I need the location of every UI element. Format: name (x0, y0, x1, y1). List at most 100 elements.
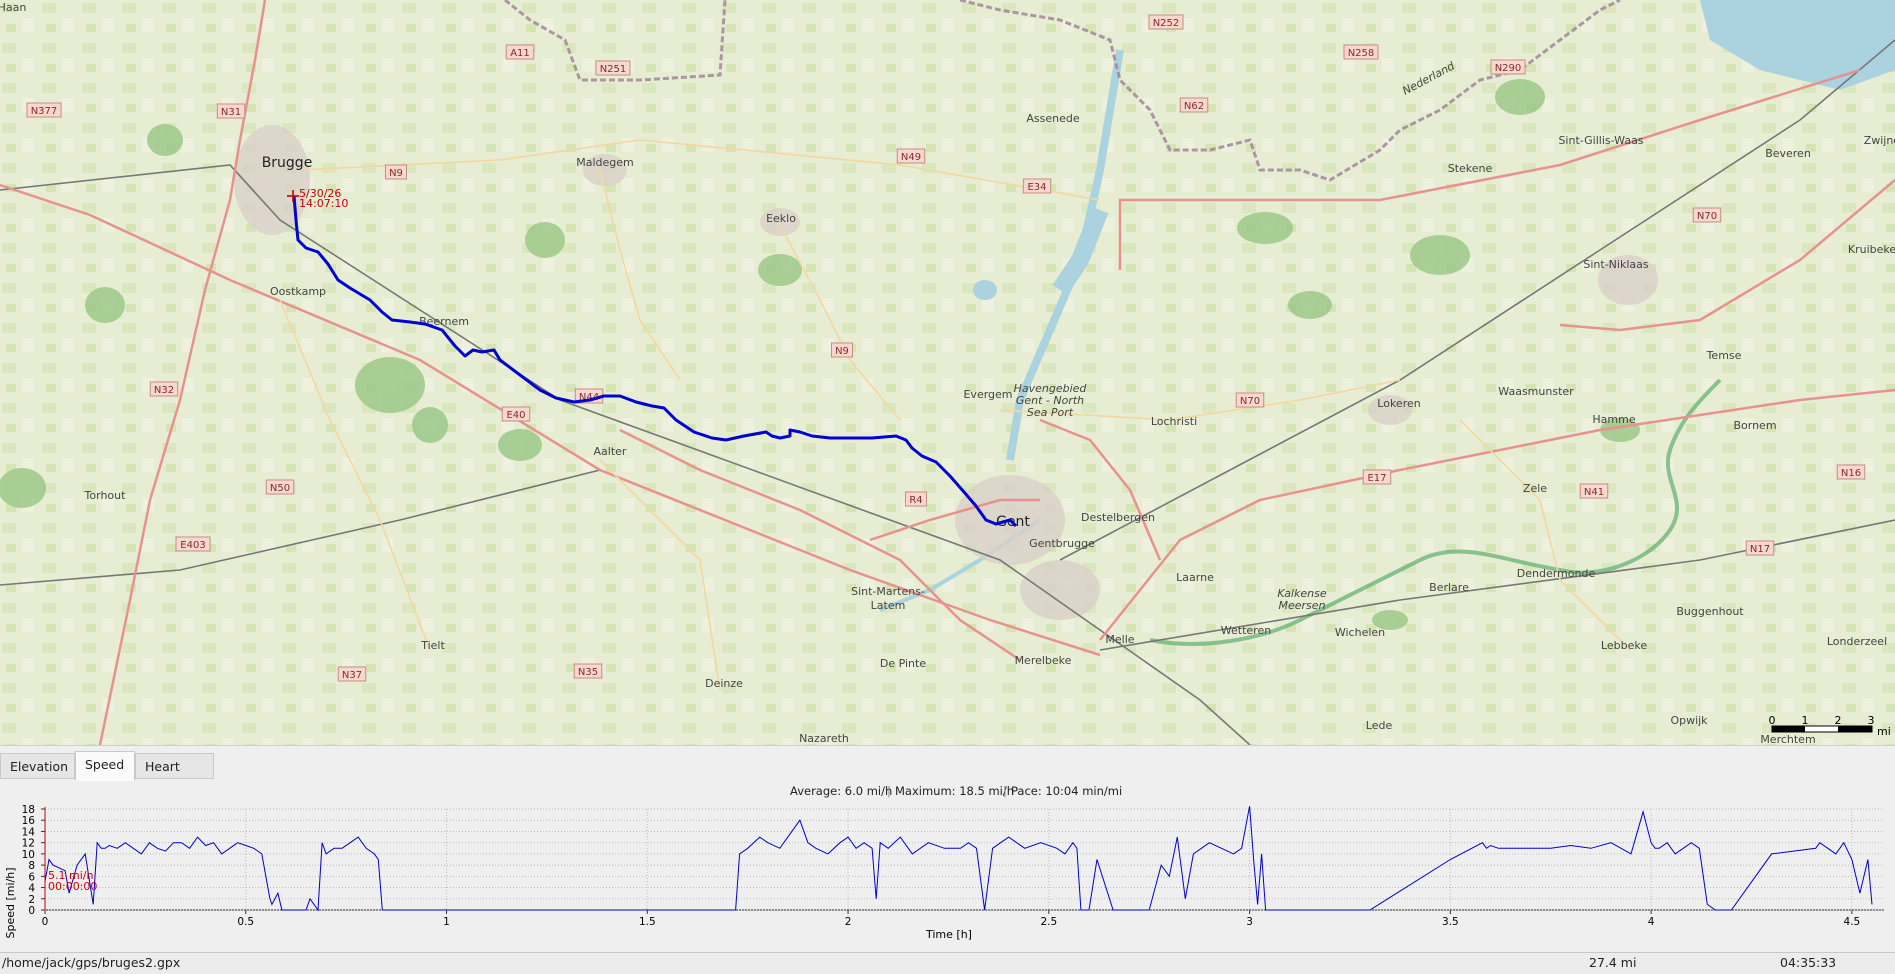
tab-elevation[interactable]: Elevation (0, 753, 75, 779)
place-label: Lokeren (1377, 397, 1420, 410)
place-label: Sint-Martens- (851, 585, 925, 598)
place-label: Opwijk (1670, 714, 1708, 727)
place-label: Hamme (1592, 413, 1635, 426)
place-label: Londerzeel (1827, 635, 1887, 648)
place-label: Berlare (1429, 581, 1469, 594)
place-label: Zele (1523, 482, 1547, 495)
road-shield: A11 (505, 44, 535, 60)
place-label: Waasmunster (1498, 385, 1574, 398)
place-label: Brugge (262, 155, 313, 171)
road-shield-label: N37 (342, 670, 362, 681)
place-label: Sint-Gillis-Waas (1558, 134, 1643, 147)
place-label: Melle (1105, 633, 1134, 646)
x-axis-label: Time [h] (925, 928, 972, 941)
x-tick-label: 2.5 (1040, 916, 1057, 928)
road-shield-label: N31 (221, 107, 241, 118)
place-label: Merelbeke (1015, 654, 1072, 667)
road-shield-label: N32 (154, 385, 174, 396)
road-shield: N17 (1745, 540, 1775, 556)
y-tick-label: 2 (28, 894, 35, 906)
tab-speed[interactable]: Speed (75, 751, 135, 781)
road-shield: N35 (573, 663, 603, 679)
road-shield: N252 (1148, 14, 1184, 30)
graph-pace: Pace: 10:04 min/mi (1011, 784, 1122, 798)
road-shield-label: N9 (835, 346, 849, 357)
road-shield: N9 (385, 164, 407, 180)
road-shield-label: N62 (1184, 101, 1204, 112)
place-label: Bornem (1733, 419, 1776, 432)
speed-graph[interactable]: Average: 6.0 mi/h | Maximum: 18.5 mi/h |… (0, 781, 1895, 952)
road-shield-label: N258 (1348, 48, 1375, 59)
port-label-3: Sea Port (1027, 406, 1074, 419)
y-tick-label: 8 (28, 860, 35, 872)
road-shield: N62 (1179, 97, 1209, 113)
map-view[interactable]: A11 N251 N252 N258 N290 N62 N377 N31 N9 N49 E34 N70… (0, 0, 1895, 745)
place-label: Nazareth (799, 732, 849, 745)
status-file-path: /home/jack/gps/bruges2.gpx (2, 955, 181, 970)
road-shield: E403 (175, 536, 211, 552)
place-label: Maldegem (576, 156, 634, 169)
place-label: Stekene (1448, 162, 1493, 175)
road-shield-label: N251 (600, 64, 627, 75)
road-shield: N37 (337, 666, 367, 682)
graph-maximum: Maximum: 18.5 mi/h (895, 784, 1014, 798)
place-label: Latem (871, 599, 906, 612)
y-tick-label: 16 (22, 815, 36, 827)
place-label: Wichelen (1335, 626, 1385, 639)
road-shield-label: N377 (31, 106, 58, 117)
place-label: Gentbrugge (1029, 537, 1095, 550)
x-tick-label: 3.5 (1442, 916, 1459, 928)
place-label: Assenede (1026, 112, 1079, 125)
road-shield-label: N35 (578, 667, 598, 678)
road-shield: N70 (1235, 392, 1265, 408)
place-label: Haan (0, 1, 26, 14)
x-tick-label: 1.5 (639, 916, 656, 928)
place-label: Wetteren (1221, 624, 1271, 637)
graph-average: Average: 6.0 mi/h (790, 784, 892, 798)
map-canvas[interactable]: A11 N251 N252 N258 N290 N62 N377 N31 N9 N49 E34 N70… (0, 0, 1895, 745)
place-label: Evergem (963, 388, 1012, 401)
road-shield-label: E403 (180, 540, 205, 551)
road-shield: N251 (595, 60, 631, 76)
road-shield-label: N16 (1841, 468, 1861, 479)
y-tick-label: 10 (22, 849, 35, 861)
road-shield: N49 (896, 148, 926, 164)
road-shield: N9 (831, 342, 853, 358)
road-shield: N32 (149, 381, 179, 397)
x-tick-label: 0.5 (237, 916, 254, 928)
place-label: Merchtem (1760, 733, 1815, 745)
speed-graph-panel[interactable]: Average: 6.0 mi/h | Maximum: 18.5 mi/h |… (0, 781, 1895, 952)
road-shield-label: N41 (1584, 487, 1604, 498)
tab-heart-rate[interactable]: Heart rate (135, 753, 214, 800)
place-label: Oostkamp (270, 285, 326, 298)
place-label: Sint-Niklaas (1583, 258, 1648, 271)
road-shield-label: N290 (1495, 63, 1522, 74)
place-label: Temse (1706, 349, 1742, 362)
y-tick-label: 6 (28, 871, 35, 883)
road-shield-label: E34 (1027, 182, 1046, 193)
place-label: Buggenhout (1676, 605, 1744, 618)
place-label: Dendermonde (1517, 567, 1596, 580)
road-shield-label: N70 (1240, 396, 1260, 407)
place-label: Torhout (84, 489, 127, 502)
road-shield-label: N252 (1153, 18, 1180, 29)
road-shield-label: N70 (1697, 211, 1717, 222)
x-tick-label: 3 (1246, 916, 1253, 928)
status-distance: 27.4 mi (1589, 955, 1637, 970)
scale-tick-0: 0 (1769, 714, 1776, 727)
place-label: De Pinte (880, 657, 926, 670)
scale-tick-3: 3 (1868, 714, 1875, 727)
info-separator-1: | (887, 784, 891, 798)
scale-unit: mi (1877, 725, 1891, 738)
y-tick-label: 12 (22, 838, 35, 850)
info-separator-2: | (1003, 784, 1007, 798)
speed-series-line (44, 806, 1873, 912)
nature-label-2: Meersen (1278, 599, 1325, 612)
status-duration: 04:35:33 (1780, 955, 1837, 970)
place-label: Tielt (420, 639, 445, 652)
road-shield-label: R4 (909, 495, 922, 506)
y-tick-label: 18 (22, 804, 35, 816)
road-shield: E40 (501, 406, 531, 422)
x-tick-label: 2 (845, 916, 852, 928)
road-shield: E34 (1022, 178, 1052, 194)
